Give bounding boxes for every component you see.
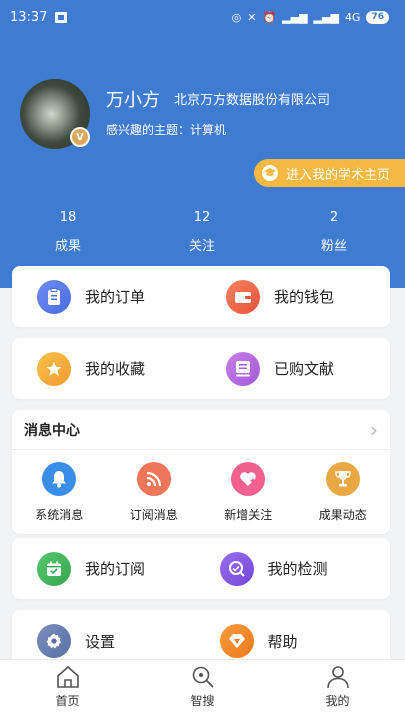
my-wallet-label: 我的钱包: [274, 288, 335, 306]
signal-icon-2: ▂▄▆: [313, 10, 339, 24]
purchased-documents-item[interactable]: 已购文献: [201, 338, 390, 399]
achievement-updates-label: 成果动态: [318, 507, 367, 522]
help-label: 帮助: [267, 632, 298, 651]
user-company: 北京万方数据股份有限公司: [174, 93, 331, 108]
tab-home-label: 首页: [55, 694, 80, 708]
achievement-updates-item[interactable]: 成果动态: [296, 450, 391, 534]
chevron-right-icon: ›: [370, 417, 378, 442]
purchased-documents-label: 已购文献: [274, 360, 335, 378]
stat-achievements[interactable]: 18 成果: [28, 210, 108, 254]
bottom-tab-bar: 首页 智搜 我的: [0, 659, 405, 719]
signal-icon: ▂▄▆: [282, 10, 308, 24]
services-card: 我的订阅 我的检测: [12, 538, 390, 599]
tab-smart-search-label: 智搜: [190, 694, 215, 708]
inspection-icon: [219, 551, 254, 586]
status-time: 13:37: [10, 9, 48, 25]
stat-value: 12: [193, 210, 211, 225]
battery-icon: 76: [366, 10, 389, 24]
person-icon: [326, 666, 349, 689]
stat-followers[interactable]: 2 粉丝: [294, 210, 374, 254]
my-wallet-item[interactable]: 我的钱包: [201, 266, 390, 327]
network-type: 4G: [344, 10, 361, 24]
status-bar: 13:37 ◎ ✕ ⏰ ▂▄▆ ▂▄▆ 4G 76: [0, 0, 405, 34]
vip-badge: V: [70, 127, 90, 147]
stat-following[interactable]: 12 关注: [162, 210, 242, 254]
subscription-messages-item[interactable]: 订阅消息: [107, 450, 202, 534]
tab-mine[interactable]: 我的: [270, 660, 405, 719]
graduation-cap-icon: [262, 165, 278, 181]
new-followers-item[interactable]: 新增关注: [201, 450, 296, 534]
my-subscriptions-item[interactable]: 我的订阅: [12, 538, 208, 599]
system-messages-item[interactable]: 系统消息: [12, 450, 107, 534]
wallet-icon: [226, 279, 260, 314]
stat-value: 18: [59, 210, 77, 225]
tab-smart-search[interactable]: 智搜: [135, 660, 270, 719]
system-messages-label: 系统消息: [35, 507, 84, 522]
trophy-icon: [325, 461, 360, 496]
my-orders-label: 我的订单: [85, 288, 146, 306]
message-center-title: 消息中心: [24, 422, 80, 439]
subscription-messages-label: 订阅消息: [129, 507, 178, 522]
academic-homepage-label: 进入我的学术主页: [286, 167, 391, 183]
stat-label: 关注: [188, 239, 215, 254]
new-followers-label: 新增关注: [224, 507, 273, 522]
notification-icon: [55, 11, 68, 23]
account-card: 我的订单 我的钱包: [12, 266, 390, 327]
stat-label: 粉丝: [320, 239, 347, 254]
rss-icon: [136, 461, 171, 496]
document-icon: [226, 351, 260, 386]
message-center-header[interactable]: 消息中心 ›: [12, 410, 390, 450]
alarm-icon: ⏰: [262, 10, 277, 24]
my-subscriptions-label: 我的订阅: [85, 560, 146, 578]
tab-mine-label: 我的: [325, 694, 350, 708]
clipboard-icon: [37, 279, 71, 314]
academic-homepage-button[interactable]: 进入我的学术主页: [254, 159, 405, 187]
tab-home[interactable]: 首页: [0, 660, 135, 719]
mute-icon: ✕: [247, 10, 257, 24]
gear-icon: [37, 624, 71, 658]
my-orders-item[interactable]: 我的订单: [12, 266, 201, 327]
my-detection-item[interactable]: 我的检测: [208, 538, 391, 599]
wifi-icon: ◎: [231, 10, 242, 24]
star-icon: [37, 351, 71, 386]
bell-icon: [42, 461, 77, 496]
calendar-icon: [37, 551, 71, 586]
message-center-card: 消息中心 › 系统消息 订阅消息 新增关注 成果动态: [12, 410, 390, 534]
stat-value: 2: [329, 210, 339, 225]
user-interest: 感兴趣的主题：计算机: [106, 123, 227, 137]
home-icon: [56, 665, 79, 688]
diamond-icon: [219, 624, 254, 658]
library-card: 我的收藏 已购文献: [12, 338, 390, 399]
my-detection-label: 我的检测: [267, 560, 328, 578]
settings-label: 设置: [85, 632, 116, 651]
my-favorites-item[interactable]: 我的收藏: [12, 338, 201, 399]
heart-plus-icon: [231, 461, 266, 496]
user-name: 万小方: [106, 90, 160, 111]
stat-label: 成果: [54, 239, 81, 254]
my-favorites-label: 我的收藏: [85, 360, 146, 378]
search-icon: [192, 666, 214, 688]
